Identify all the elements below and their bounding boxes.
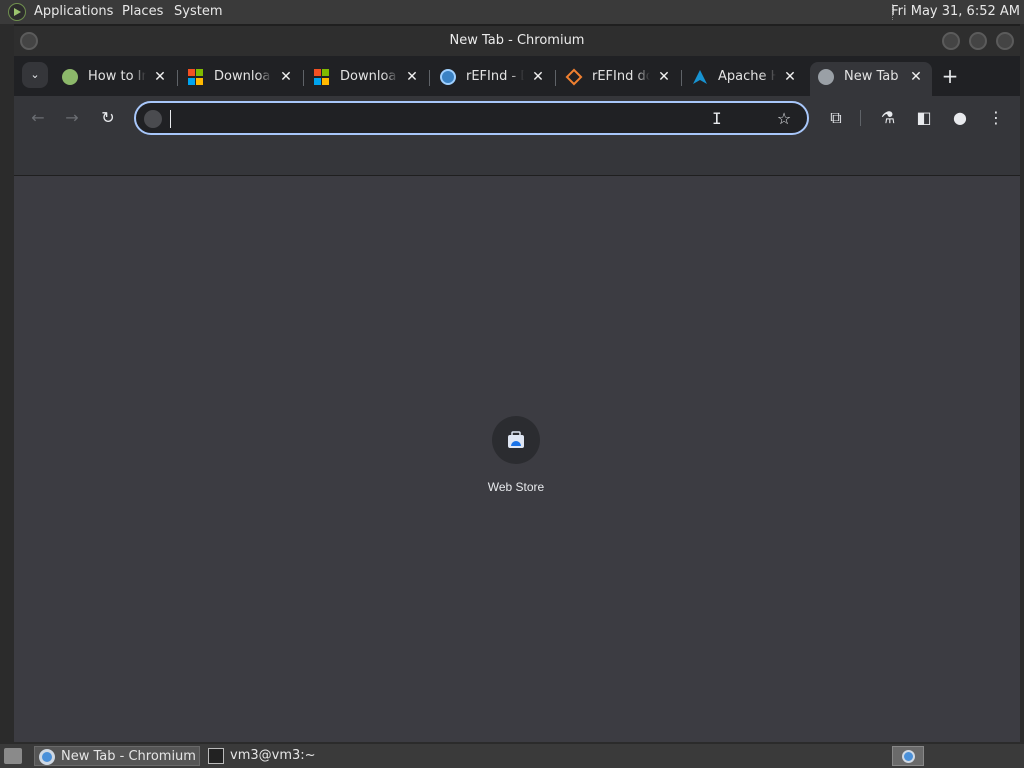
- tab-divider: [177, 70, 178, 86]
- avatar-icon: ●: [953, 108, 967, 127]
- system-menu[interactable]: System: [174, 4, 222, 19]
- tab-title: rEFInd - D: [466, 69, 524, 84]
- task-label: vm3@vm3:~: [230, 748, 316, 763]
- tab-strip: ⌄ How to In ✕ Downloa ✕ Downloa ✕ rEFInd…: [14, 56, 1020, 96]
- task-label: New Tab - Chromium: [61, 749, 196, 764]
- web-store-icon: [508, 431, 524, 448]
- chevron-down-icon: ⌄: [30, 68, 40, 81]
- tab-divider: [681, 70, 682, 86]
- flask-icon: ⚗: [880, 108, 896, 127]
- applications-logo-icon[interactable]: [8, 3, 26, 21]
- text-caret: [170, 110, 171, 128]
- close-icon[interactable]: ✕: [278, 69, 294, 85]
- globe-icon: [818, 69, 834, 85]
- microsoft-icon: [314, 69, 330, 85]
- tab-search-button[interactable]: ⌄: [22, 62, 48, 88]
- shortcut-web-store[interactable]: Web Store: [476, 412, 556, 502]
- taskbar-terminal[interactable]: vm3@vm3:~: [204, 746, 370, 766]
- window-titlebar[interactable]: New Tab - Chromium: [14, 26, 1020, 56]
- site-info-icon[interactable]: [144, 110, 162, 128]
- plus-icon: +: [941, 64, 959, 88]
- labs-button[interactable]: ⚗: [876, 106, 900, 130]
- applications-menu[interactable]: Applications: [34, 4, 113, 19]
- tab-title: Downloa: [214, 69, 272, 84]
- taskbar-chromium[interactable]: New Tab - Chromium: [34, 746, 200, 766]
- tab-title: Apache H: [718, 69, 776, 84]
- address-input[interactable]: [170, 110, 710, 128]
- top-panel: Applications Places System Fri May 31, 6…: [0, 0, 1024, 24]
- tab-new-tab[interactable]: New Tab ✕: [810, 62, 932, 96]
- side-panel-icon: ◧: [916, 108, 932, 127]
- tab-refind-1[interactable]: rEFInd - D ✕: [432, 62, 556, 92]
- close-icon[interactable]: ✕: [530, 69, 546, 85]
- tab-how-to-install[interactable]: How to In ✕: [54, 62, 178, 92]
- tab-divider: [429, 70, 430, 86]
- more-vert-icon: ⋮: [988, 108, 1004, 127]
- toolbar: ← → ↻ I ☆ ⧉ ⚗ ◧ ● ⋮: [14, 96, 1020, 140]
- tab-download-1[interactable]: Downloa ✕: [180, 62, 304, 92]
- close-window-button[interactable]: [996, 32, 1014, 50]
- new-tab-button[interactable]: +: [938, 64, 962, 88]
- forward-button[interactable]: →: [60, 106, 84, 130]
- tab-divider: [303, 70, 304, 86]
- side-panel-button[interactable]: ◧: [912, 106, 936, 130]
- refind-globe-icon: [440, 69, 456, 85]
- places-menu[interactable]: Places: [122, 4, 163, 19]
- clock[interactable]: Fri May 31, 6:52 AM: [891, 4, 1020, 19]
- reload-button[interactable]: ↻: [96, 106, 120, 130]
- maximize-button[interactable]: [969, 32, 987, 50]
- green-c-icon: [62, 69, 78, 85]
- terminal-icon: [208, 748, 224, 764]
- profile-button[interactable]: ●: [948, 106, 972, 130]
- ibeam-cursor-icon: I: [712, 109, 722, 128]
- arch-linux-icon: [693, 70, 707, 84]
- workspace-switcher[interactable]: [892, 746, 924, 766]
- chromium-icon: [902, 750, 915, 763]
- tab-title: rEFInd do: [592, 69, 650, 84]
- shortcut-label: Web Store: [487, 480, 545, 494]
- tab-refind-2[interactable]: rEFInd do ✕: [558, 62, 682, 92]
- arrow-left-icon: ←: [31, 108, 45, 127]
- star-icon: ☆: [776, 109, 792, 128]
- tab-title: Downloa: [340, 69, 398, 84]
- tab-apache[interactable]: Apache H ✕: [684, 62, 806, 92]
- show-desktop-icon[interactable]: [4, 748, 22, 764]
- minimize-button[interactable]: [942, 32, 960, 50]
- reload-icon: ↻: [101, 108, 115, 127]
- back-button[interactable]: ←: [26, 106, 50, 130]
- bottom-taskbar: New Tab - Chromium vm3@vm3:~: [0, 744, 1024, 768]
- tab-divider: [555, 70, 556, 86]
- bookmark-star-button[interactable]: ☆: [772, 107, 796, 131]
- tab-download-2[interactable]: Downloa ✕: [306, 62, 430, 92]
- browser-window: New Tab - Chromium ⌄ How to In ✕ Downloa…: [14, 24, 1020, 742]
- close-icon[interactable]: ✕: [908, 69, 924, 85]
- orange-diamond-icon: [565, 68, 583, 86]
- new-tab-page: Web Store: [14, 176, 1020, 742]
- close-icon[interactable]: ✕: [152, 69, 168, 85]
- bookmarks-bar: [14, 140, 1020, 176]
- microsoft-icon: [188, 69, 204, 85]
- puzzle-icon: ⧉: [830, 108, 842, 127]
- arrow-right-icon: →: [65, 108, 79, 127]
- toolbar-divider: [860, 110, 861, 126]
- close-icon[interactable]: ✕: [404, 69, 420, 85]
- shortcut-tile[interactable]: [492, 416, 540, 464]
- omnibox[interactable]: I ☆: [134, 101, 809, 135]
- tab-title: How to In: [88, 69, 146, 84]
- window-menu-button[interactable]: [20, 32, 38, 50]
- close-icon[interactable]: ✕: [782, 69, 798, 85]
- chrome-menu-button[interactable]: ⋮: [984, 106, 1008, 130]
- chromium-icon: [39, 749, 55, 765]
- window-title: New Tab - Chromium: [449, 33, 585, 48]
- close-icon[interactable]: ✕: [656, 69, 672, 85]
- extensions-button[interactable]: ⧉: [824, 106, 848, 130]
